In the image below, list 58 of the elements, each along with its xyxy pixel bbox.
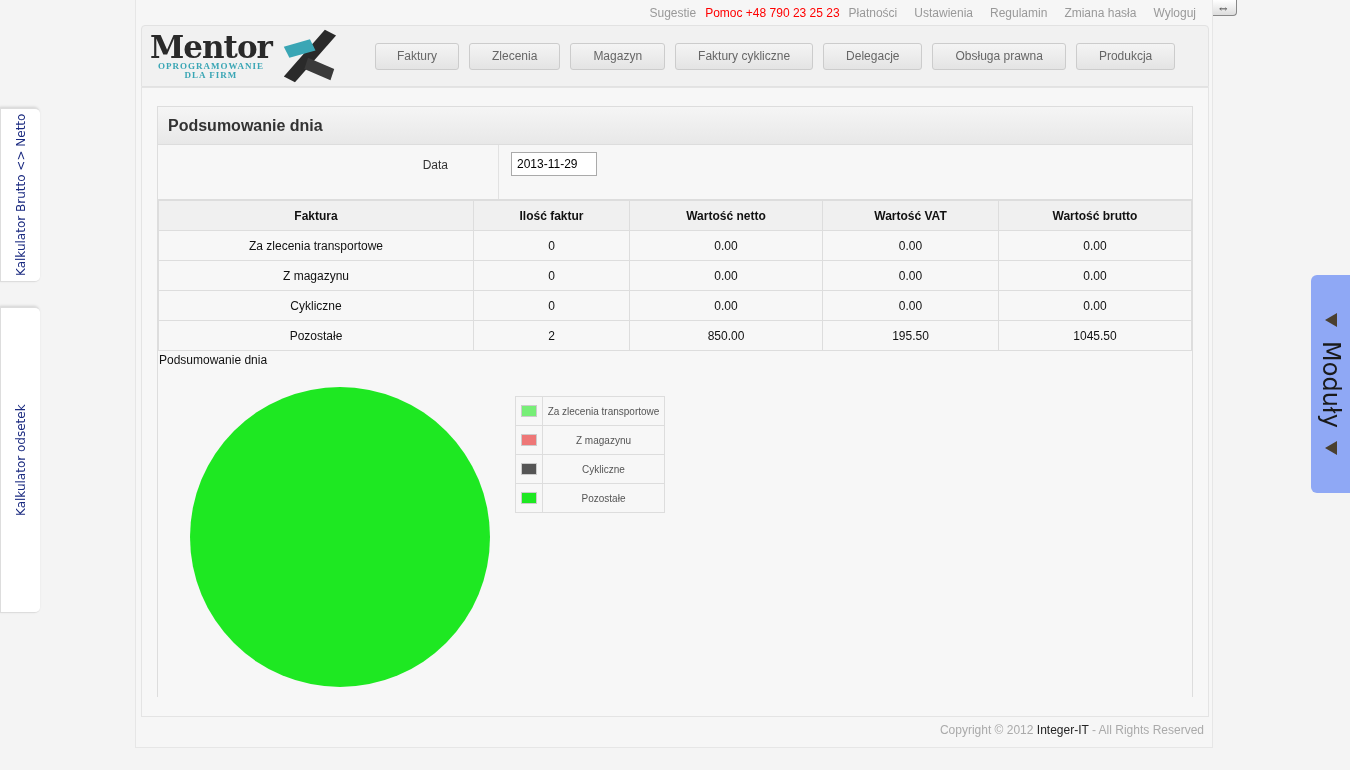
top-link[interactable]: Regulamin (990, 5, 1048, 20)
nav-button[interactable]: Magazyn (570, 42, 666, 70)
logo-name: Mentor (150, 32, 272, 62)
top-link[interactable]: Ustawienia (914, 5, 973, 20)
table-cell: 0.00 (998, 290, 1192, 321)
top-link[interactable]: Sugestie (649, 5, 697, 20)
table-cell: Cykliczne (158, 290, 474, 321)
nav-button[interactable]: Delegacje (823, 42, 923, 70)
top-link[interactable]: Wyloguj (1153, 5, 1196, 20)
column-header: Wartość netto (629, 200, 823, 231)
company-link[interactable]: Integer-IT (1036, 723, 1089, 737)
table-cell: 0.00 (629, 290, 823, 321)
table-cell: Za zlecenia transportowe (158, 230, 474, 261)
table-cell: 0.00 (629, 260, 823, 291)
top-link[interactable]: Zmiana hasła (1064, 5, 1137, 20)
column-header: Ilość faktur (473, 200, 630, 231)
table-cell: 0.00 (998, 260, 1192, 291)
table-cell: 0 (473, 230, 630, 261)
nav-button[interactable]: Zlecenia (469, 42, 561, 70)
legend-label: Z magazynu (542, 425, 665, 455)
table-cell: 0.00 (822, 290, 999, 321)
nav-button[interactable]: Faktury (375, 42, 459, 70)
table-cell: 0.00 (822, 260, 999, 291)
triangle-left-icon (1324, 312, 1337, 327)
table-cell: Pozostałe (158, 320, 474, 351)
legend-label: Za zlecenia transportowe (542, 396, 665, 426)
modules-label: Moduły (1316, 340, 1345, 428)
table-cell: 1045.50 (998, 320, 1192, 351)
table-cell: 0 (473, 260, 630, 291)
table-cell: 0.00 (629, 230, 823, 261)
table-cell: 2 (473, 320, 630, 351)
column-header: Wartość VAT (822, 200, 999, 231)
side-tab[interactable]: Kalkulator Brutto <> Netto (0, 108, 40, 282)
logo-tagline: DLA FIRM (184, 71, 238, 80)
date-field[interactable]: 2013-11-29 (511, 152, 597, 176)
triangle-left-icon (1324, 441, 1337, 456)
field-label: Data (421, 157, 449, 174)
table-cell: 0.00 (998, 230, 1192, 261)
nav-button[interactable]: Produkcja (1075, 42, 1176, 70)
logo-tagline: OPROGRAMOWANIE (157, 62, 264, 71)
chart-title: Podsumowanie dnia (159, 353, 269, 367)
table-cell: 850.00 (629, 320, 823, 351)
table-cell: 0 (473, 290, 630, 321)
nav-button[interactable]: Faktury cykliczne (675, 42, 814, 70)
panel-title: Podsumowanie dnia (168, 116, 323, 135)
legend-label: Cykliczne (542, 454, 665, 484)
copyright-text: Copyright © 2012 Integer-IT - All Rights Reserved (939, 723, 1204, 737)
table-cell: 0.00 (822, 230, 999, 261)
table-cell: 195.50 (822, 320, 999, 351)
nav-button[interactable]: Obsługa prawna (932, 42, 1066, 70)
column-header: Wartość brutto (998, 200, 1192, 231)
side-tab[interactable]: Kalkulator odsetek (0, 307, 40, 613)
table-cell: Z magazynu (158, 260, 474, 291)
top-link[interactable]: Płatności (848, 5, 898, 20)
column-header: Faktura (158, 200, 474, 231)
legend-label: Pozostałe (542, 483, 665, 513)
modules-tab[interactable]: Moduły (1311, 275, 1350, 493)
top-link[interactable]: Pomoc +48 790 23 25 23 (705, 5, 840, 20)
